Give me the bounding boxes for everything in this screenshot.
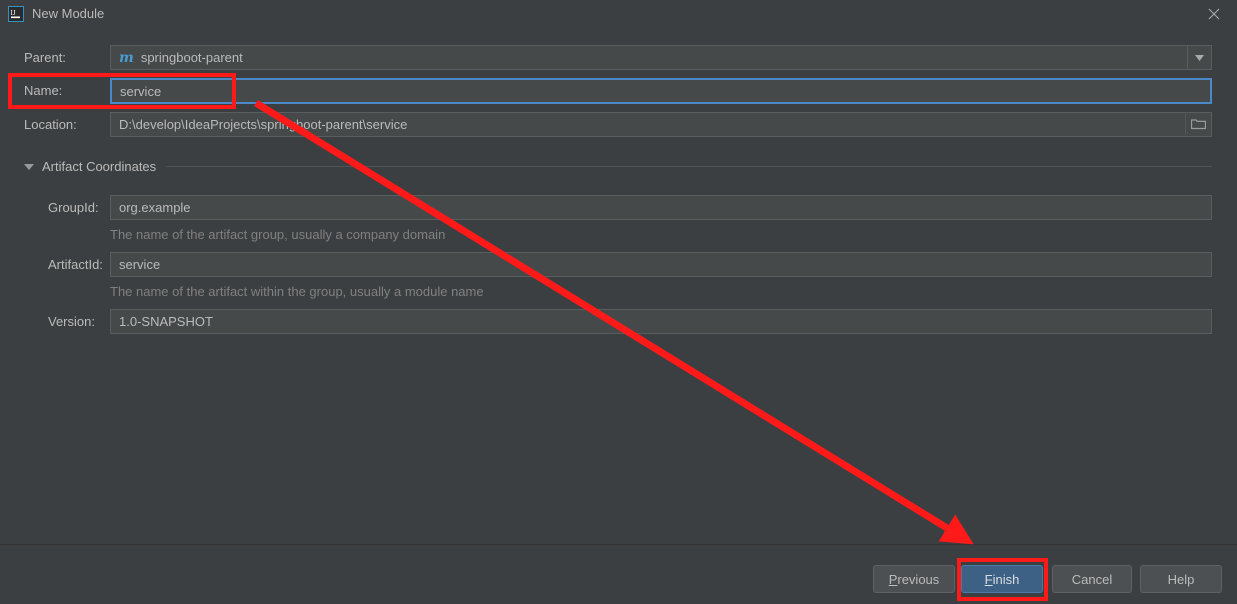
window-title: New Module: [32, 6, 105, 21]
artifactid-input[interactable]: service: [110, 252, 1212, 277]
name-label: Name:: [24, 83, 63, 98]
groupid-hint: The name of the artifact group, usually …: [110, 227, 446, 242]
section-divider: [166, 166, 1212, 167]
maven-module-icon: m: [119, 49, 134, 66]
version-input[interactable]: 1.0-SNAPSHOT: [110, 309, 1212, 334]
parent-label: Parent:: [24, 50, 66, 65]
folder-icon[interactable]: [1185, 113, 1211, 135]
help-button[interactable]: Help: [1140, 565, 1222, 593]
parent-value: springboot-parent: [140, 50, 243, 65]
groupid-input[interactable]: org.example: [110, 195, 1212, 220]
previous-button[interactable]: Previous: [873, 565, 955, 593]
location-input[interactable]: D:\develop\IdeaProjects\springboot-paren…: [110, 112, 1212, 137]
artifactid-label: ArtifactId:: [48, 257, 103, 272]
parent-combobox[interactable]: m springboot-parent: [110, 45, 1212, 70]
title-bar: IJ New Module: [0, 0, 1237, 28]
triangle-down-icon[interactable]: [24, 163, 34, 170]
artifact-coordinates-section-header[interactable]: Artifact Coordinates: [24, 159, 1212, 174]
artifactid-hint: The name of the artifact within the grou…: [110, 284, 484, 299]
finish-button[interactable]: Finish: [961, 565, 1043, 593]
finish-button-label: inish: [992, 571, 1020, 587]
cancel-button[interactable]: Cancel: [1052, 565, 1132, 593]
finish-button-mnemonic: F: [984, 571, 993, 587]
svg-text:IJ: IJ: [11, 9, 16, 17]
location-label: Location:: [24, 117, 77, 132]
close-icon[interactable]: [1191, 0, 1237, 28]
previous-button-label: revious: [897, 571, 940, 587]
name-input[interactable]: service: [110, 78, 1212, 104]
artifact-coordinates-label: Artifact Coordinates: [42, 159, 157, 174]
groupid-label: GroupId:: [48, 200, 99, 215]
version-label: Version:: [48, 314, 95, 329]
intellij-idea-icon: IJ: [8, 6, 24, 22]
bottom-divider: [0, 544, 1237, 545]
chevron-down-icon[interactable]: [1187, 46, 1211, 69]
